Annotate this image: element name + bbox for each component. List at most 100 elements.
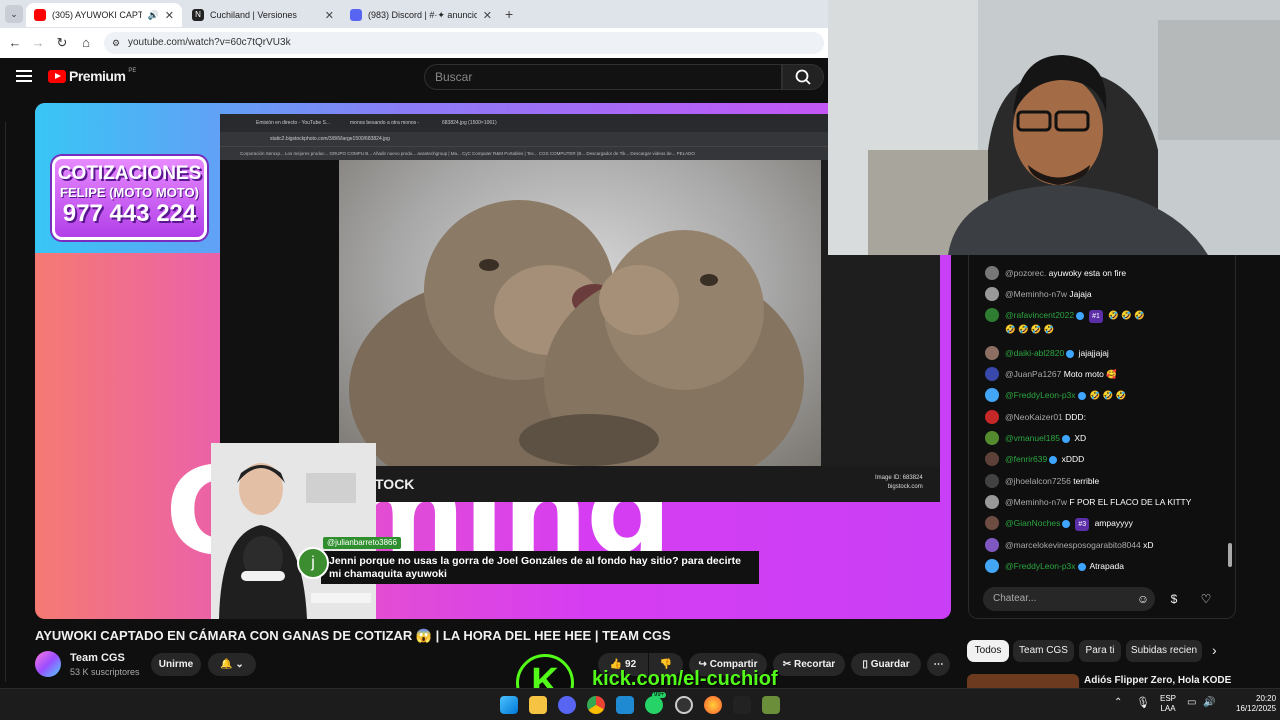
chat-message-body: @fenrir639 xDDD (1005, 453, 1084, 466)
chat-avatar[interactable] (985, 410, 999, 424)
superchat-overlay: Jenni porque no usas la gorra de Joel Go… (297, 537, 759, 585)
minecraft-icon[interactable] (762, 696, 780, 714)
chat-message: @vmanuel185 XD (985, 431, 1225, 445)
chat-username[interactable]: @FreddyLeon-p3x (1005, 390, 1076, 400)
app-icon[interactable] (733, 696, 751, 714)
more-actions-button[interactable]: ⋯ (927, 653, 950, 676)
home-icon[interactable]: ⌂ (77, 34, 95, 52)
chat-scrollbar[interactable] (1228, 543, 1232, 567)
chat-username[interactable]: @GianNoches (1005, 518, 1060, 528)
firefox-icon[interactable] (704, 696, 722, 714)
network-icon[interactable]: ▭ (1187, 697, 1196, 708)
close-tab-icon[interactable]: ✕ (165, 9, 174, 22)
obs-icon[interactable] (675, 696, 693, 714)
tab-label: Cuchiland | Versiones (210, 10, 297, 20)
microphone-icon[interactable]: 🎙 (1136, 696, 1150, 709)
chat-username[interactable]: @daiki-abl2820 (1005, 348, 1064, 358)
chat-text: DDD: (1065, 412, 1086, 422)
chat-avatar[interactable] (985, 308, 999, 322)
chat-message-body: @jhoelalcon7256 terrible (1005, 475, 1099, 488)
chip-para-ti[interactable]: Para ti (1079, 640, 1121, 662)
chat-username[interactable]: @rafavincent2022 (1005, 310, 1074, 320)
clock-date: 16/12/2025 (1236, 704, 1277, 713)
chat-username[interactable]: @pozorec. (1005, 268, 1046, 278)
clock[interactable]: 20:20 16/12/2025 (1236, 694, 1276, 714)
chat-text: ayuwoky esta on fire (1048, 268, 1127, 278)
chrome-icon[interactable] (587, 696, 605, 714)
video-player[interactable]: Gaming COTIZACIONES FELIPE (MOTO MOTO) 9… (35, 103, 951, 619)
monkeys-photo (339, 160, 821, 466)
chat-username[interactable]: @Meminho-n7w (1005, 497, 1067, 507)
vscode-icon[interactable] (616, 696, 634, 714)
chevron-right-icon[interactable]: › (1212, 642, 1217, 658)
chat-username[interactable]: @fenrir639 (1005, 454, 1047, 464)
chat-username[interactable]: @marcelokevinesposogarabito8044 (1005, 540, 1141, 550)
close-tab-icon[interactable]: ✕ (325, 9, 334, 22)
chip-team-cgs[interactable]: Team CGS (1013, 640, 1074, 662)
chat-username[interactable]: @vmanuel185 (1005, 433, 1060, 443)
tab-youtube[interactable]: (305) AYUWOKI CAPTADO E 🔊 ✕ (26, 3, 182, 27)
chat-avatar[interactable] (985, 346, 999, 360)
chat-avatar[interactable] (985, 367, 999, 381)
new-tab-button[interactable]: + (505, 6, 513, 22)
chat-username[interactable]: @JuanPa1267 (1005, 369, 1061, 379)
reload-icon[interactable]: ↻ (53, 34, 71, 52)
site-info-icon[interactable]: ⚙ (112, 32, 120, 54)
back-icon[interactable]: ← (6, 34, 24, 52)
chat-username[interactable]: @jhoelalcon7256 (1005, 476, 1071, 486)
file-explorer-icon[interactable] (529, 696, 547, 714)
heart-icon[interactable]: ♡ (1197, 590, 1215, 608)
chat-message-body: @GianNoches #3 ampayyyy (1005, 517, 1133, 531)
save-button[interactable]: ▯ Guardar (851, 653, 921, 676)
sidebar-edge (0, 122, 6, 682)
windows-start-icon[interactable] (500, 696, 518, 714)
chat-avatar[interactable] (985, 287, 999, 301)
url-field[interactable]: ⚙ youtube.com/watch?v=60c7tQrVU3k (104, 32, 824, 54)
chat-username[interactable]: @NeoKaizer01 (1005, 412, 1063, 422)
chat-avatar[interactable] (985, 388, 999, 402)
chat-message: @JuanPa1267 Moto moto 🥰 (985, 367, 1225, 381)
tab-discord[interactable]: (983) Discord | #·✦ anuncios ✕ (342, 3, 500, 27)
chat-avatar[interactable] (985, 495, 999, 509)
chat-username[interactable]: @FreddyLeon-p3x (1005, 561, 1076, 571)
youtube-logo[interactable]: Premium PE (48, 68, 136, 84)
channel-name[interactable]: Team CGS (70, 652, 125, 664)
related-thumbnail[interactable] (967, 674, 1079, 688)
channel-avatar[interactable] (35, 651, 61, 677)
menu-icon[interactable] (16, 68, 32, 82)
super-chat-icon[interactable]: $ (1165, 590, 1183, 608)
chip-subidas[interactable]: Subidas recien (1126, 640, 1202, 662)
discord-icon[interactable] (558, 696, 576, 714)
search-input[interactable]: Buscar (424, 64, 782, 90)
chat-avatar[interactable] (985, 559, 999, 573)
volume-icon[interactable]: 🔊 (1203, 697, 1215, 708)
join-button[interactable]: Unirme (151, 653, 201, 676)
clip-button[interactable]: ✂ Recortar (773, 653, 845, 676)
notifications-button[interactable]: 🔔 ⌄ (208, 653, 256, 676)
chat-username[interactable]: @Meminho-n7w (1005, 289, 1067, 299)
emoji-icon[interactable]: ☺ (1134, 590, 1152, 608)
bell-icon: 🔔 (220, 659, 233, 670)
forward-icon[interactable]: → (29, 34, 47, 52)
close-tab-icon[interactable]: ✕ (483, 9, 492, 22)
chat-avatar[interactable] (985, 474, 999, 488)
chat-text: ampayyyy (1094, 518, 1133, 528)
chat-avatar[interactable] (985, 538, 999, 552)
promo-phone: 977 443 224 (62, 200, 197, 227)
tray-chevron-icon[interactable]: ⌃ (1114, 697, 1122, 708)
chat-text: Moto moto 🥰 (1063, 369, 1117, 379)
search-button[interactable] (782, 64, 824, 90)
chat-input[interactable]: Chatear... (983, 587, 1155, 611)
tab-label: (305) AYUWOKI CAPTADO E (52, 10, 142, 20)
chat-avatar[interactable] (985, 431, 999, 445)
language-indicator[interactable]: ESP LAA (1160, 694, 1176, 714)
chat-avatar[interactable] (985, 266, 999, 280)
chat-avatar[interactable] (985, 452, 999, 466)
chat-message: @FreddyLeon-p3x Atrapada (985, 559, 1225, 573)
tab-cuchiland[interactable]: N Cuchiland | Versiones ✕ (184, 3, 342, 27)
whatsapp-icon[interactable] (645, 696, 663, 714)
related-title[interactable]: Adiós Flipper Zero, Hola KODE (1084, 675, 1231, 686)
chat-avatar[interactable] (985, 516, 999, 530)
chip-todos[interactable]: Todos (967, 640, 1009, 662)
tab-list-button[interactable]: ⌄ (5, 5, 23, 23)
